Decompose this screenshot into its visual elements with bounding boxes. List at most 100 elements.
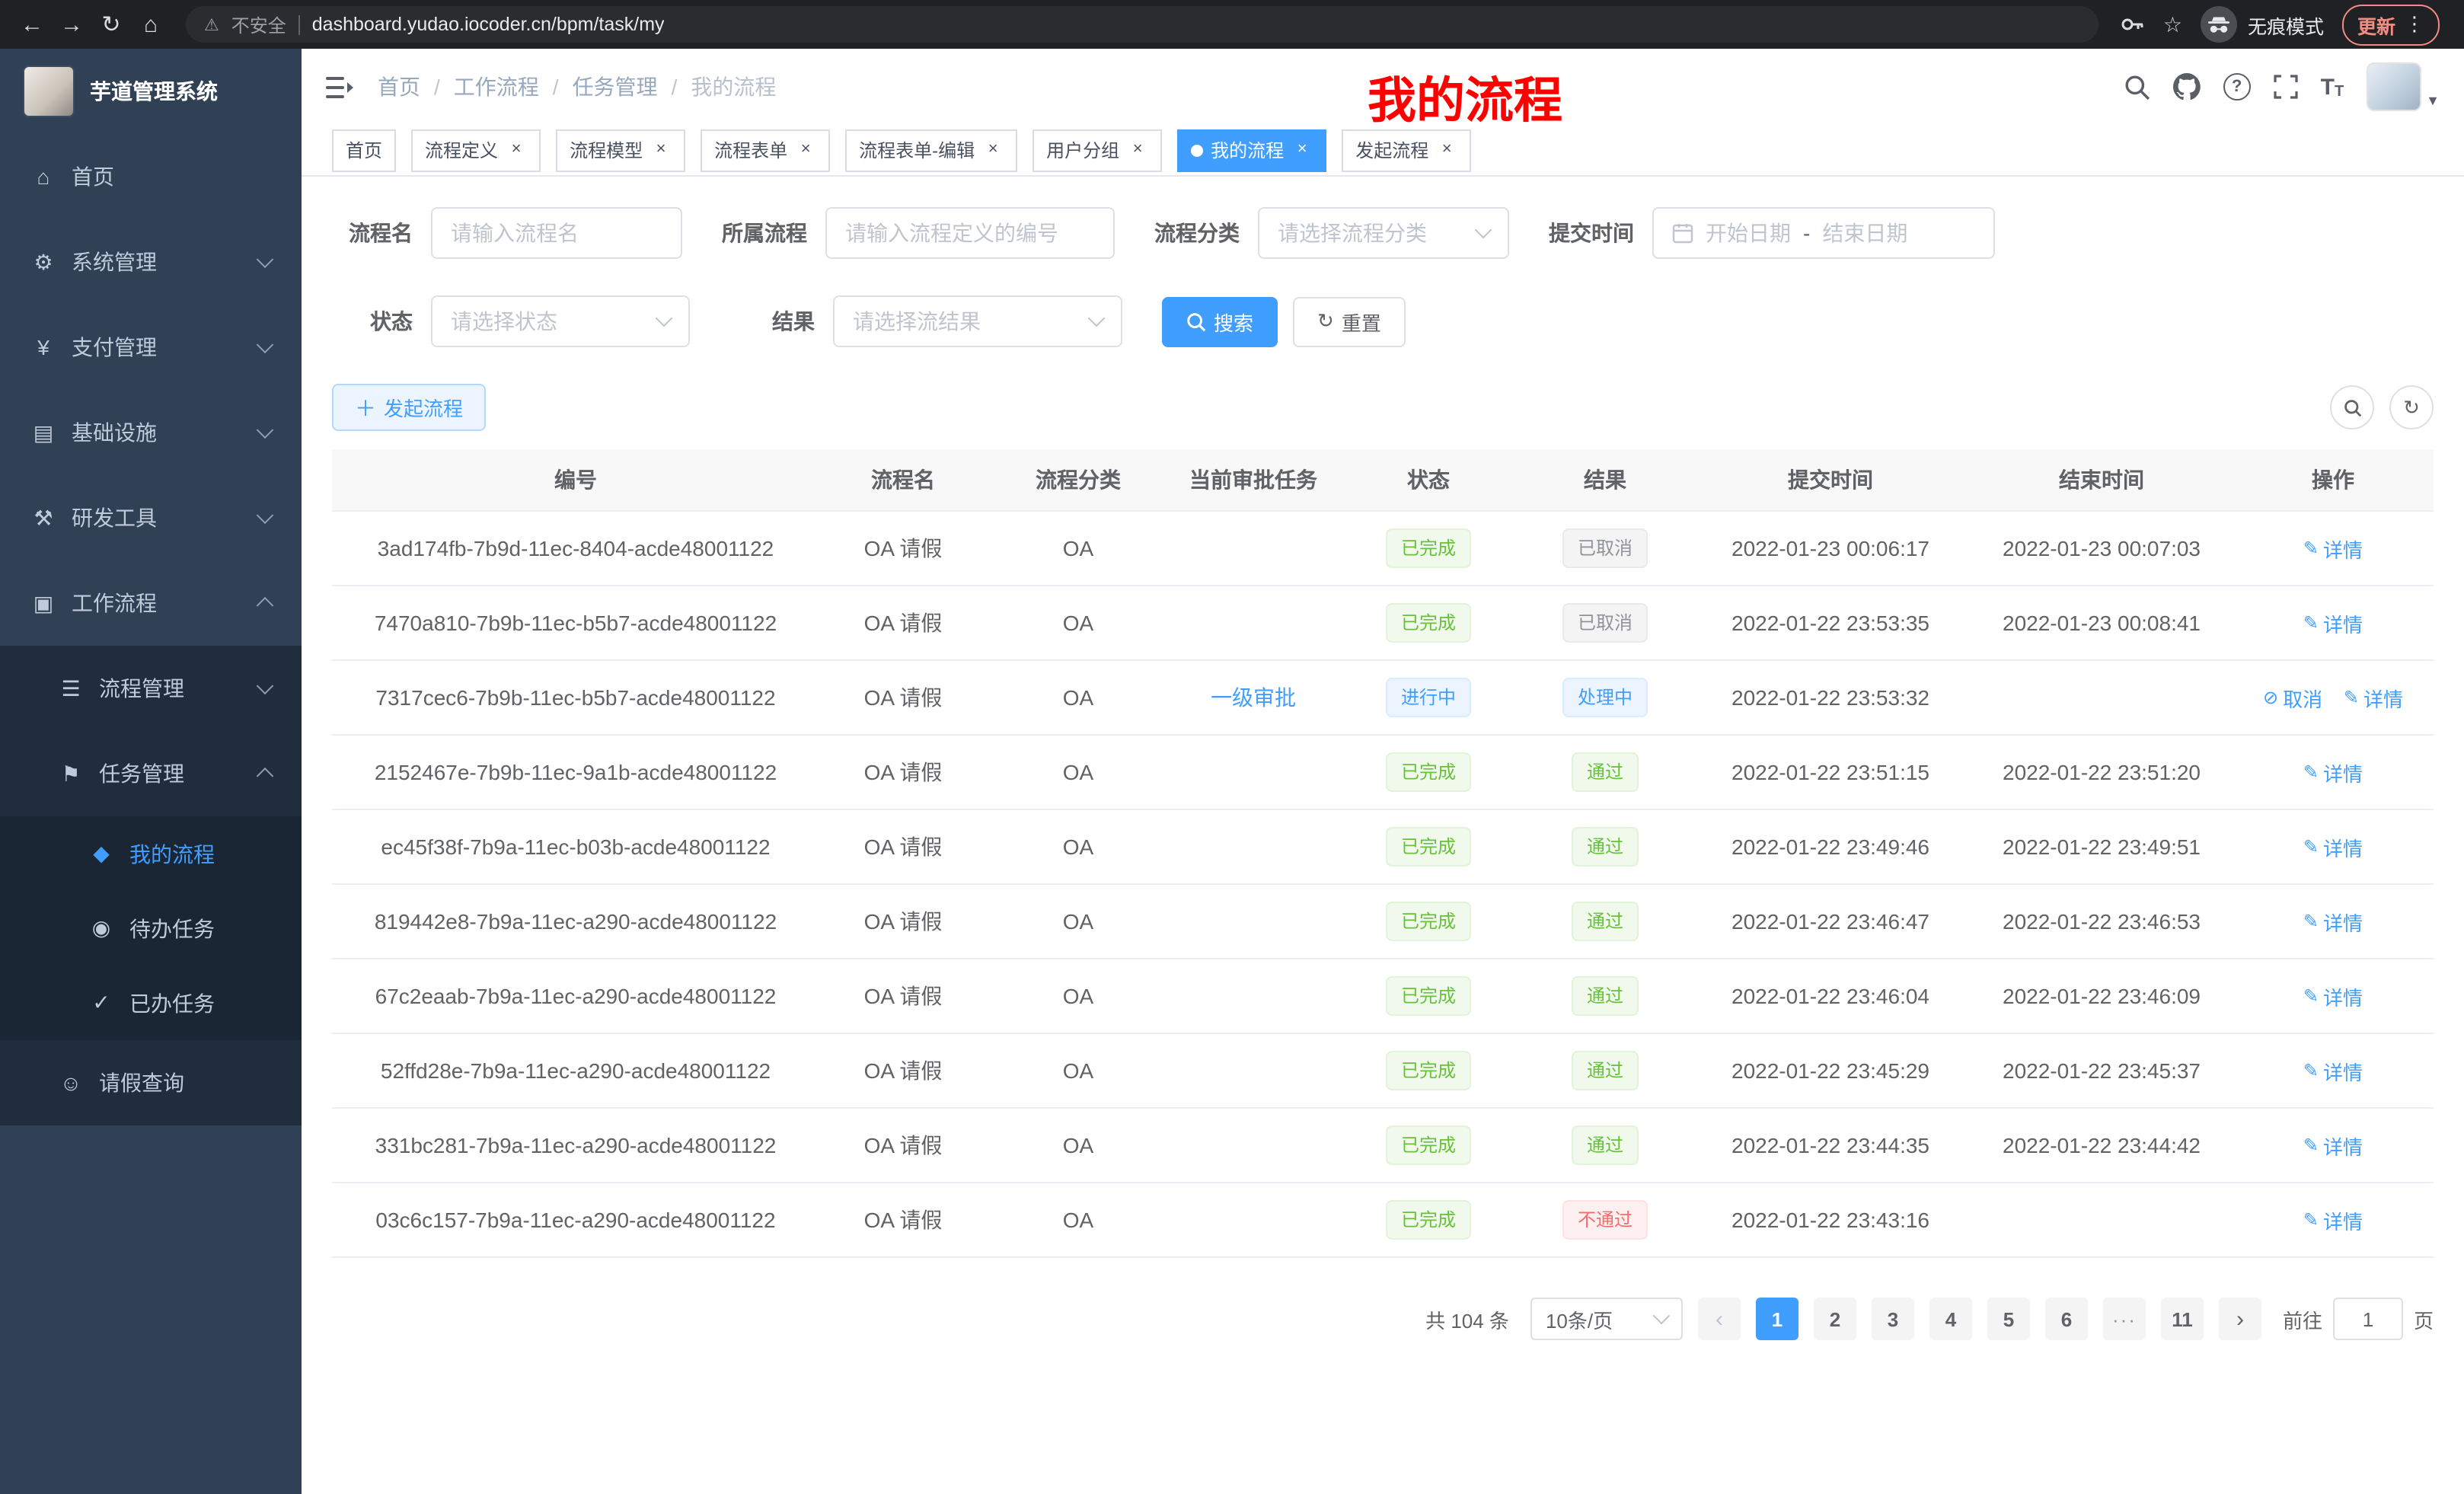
user-avatar[interactable]: ▼ (2367, 62, 2440, 111)
process-def-input[interactable] (825, 207, 1115, 259)
next-page-button[interactable]: › (2219, 1298, 2261, 1340)
sidebar-menu-item[interactable]: ◆ 我的流程 (0, 816, 302, 891)
breadcrumb-item[interactable]: / 任务管理 (539, 72, 658, 102)
detail-link[interactable]: ✎ 详情 (2303, 982, 2363, 1010)
reset-button[interactable]: ↻ 重置 (1293, 296, 1406, 346)
cancel-link[interactable]: ⊘ 取消 (2263, 683, 2322, 712)
chevron-icon (257, 251, 274, 268)
page-size-select[interactable]: 10条/页 (1530, 1298, 1683, 1340)
password-key-icon[interactable] (2121, 12, 2145, 37)
sidebar-menu-item[interactable]: ◉ 待办任务 (0, 891, 302, 966)
tab-item[interactable]: 流程定义 × (411, 129, 541, 171)
detail-link[interactable]: ✎ 详情 (2303, 1205, 2363, 1234)
url-text[interactable]: dashboard.yudao.iocoder.cn/bpm/task/my (312, 14, 665, 35)
close-icon[interactable]: × (982, 139, 1004, 161)
tab-item[interactable]: 流程表单-编辑 × (845, 129, 1017, 171)
sidebar-menu-item[interactable]: ✓ 已办任务 (0, 966, 302, 1040)
detail-link[interactable]: ✎ 详情 (2303, 534, 2363, 563)
close-icon[interactable]: × (1127, 139, 1148, 161)
toggle-search-button[interactable] (2330, 385, 2374, 429)
category-select[interactable]: 请选择流程分类 (1258, 207, 1509, 259)
forward-icon[interactable]: → (58, 11, 85, 37)
detail-link[interactable]: ✎ 详情 (2303, 832, 2363, 861)
close-icon[interactable]: × (1291, 139, 1313, 161)
process-name-input[interactable] (431, 207, 682, 259)
page-number-button[interactable]: 1 (1756, 1298, 1799, 1340)
cell-status: 进行中 (1337, 678, 1520, 717)
sidebar-menu-item[interactable]: ⚙ 系统管理 (0, 219, 302, 305)
reload-icon[interactable]: ↻ (97, 11, 125, 38)
detail-link[interactable]: ✎ 详情 (2303, 1056, 2363, 1085)
sidebar-menu-item[interactable]: ▤ 基础设施 (0, 390, 302, 475)
sidebar-menu-item[interactable]: ¥ 支付管理 (0, 305, 302, 390)
chevron-down-icon (1475, 222, 1492, 239)
hamburger-icon[interactable] (326, 75, 353, 98)
tab-item[interactable]: 流程模型 × (556, 129, 685, 171)
detail-link[interactable]: ✎ 详情 (2303, 608, 2363, 637)
tab-item[interactable]: 首页 (332, 129, 396, 171)
cell-end-time: 2022-01-23 00:07:03 (1971, 536, 2233, 560)
menu-label: 已办任务 (129, 988, 215, 1018)
detail-link[interactable]: ✎ 详情 (2344, 683, 2403, 712)
back-icon[interactable]: ← (18, 11, 46, 37)
detail-link[interactable]: ✎ 详情 (2303, 758, 2363, 787)
cell-category: OA (987, 1208, 1170, 1232)
page-number-button[interactable]: 3 (1872, 1298, 1914, 1340)
home-icon: ⌂ (30, 164, 56, 189)
address-bar[interactable]: ⚠ 不安全 dashboard.yudao.iocoder.cn/bpm/tas… (186, 6, 2099, 43)
github-icon[interactable] (2173, 73, 2201, 101)
browser-menu-icon[interactable]: ⋮ (2405, 12, 2424, 37)
window-layout: 芋道管理系统 ⌂ 首页 ⚙ 系统管理 ¥ 支付管理 (0, 49, 2464, 1494)
sidebar-menu-item[interactable]: ⌂ 首页 (0, 134, 302, 219)
tab-item[interactable]: 发起流程 × (1342, 129, 1471, 171)
sidebar-menu-item[interactable]: ⚒ 研发工具 (0, 475, 302, 560)
breadcrumb-item[interactable]: / 工作流程 (420, 72, 539, 102)
close-icon[interactable]: × (650, 139, 672, 161)
status-select[interactable]: 请选择状态 (431, 295, 690, 347)
tab-item[interactable]: 流程表单 × (701, 129, 830, 171)
status-badge: 已完成 (1386, 1051, 1471, 1090)
page-number-button[interactable]: 11 (2161, 1298, 2204, 1340)
browser-update-button[interactable]: 更新 ⋮ (2342, 4, 2440, 45)
font-size-icon[interactable]: TT (2321, 74, 2344, 100)
cell-category: OA (987, 536, 1170, 560)
sidebar-menu-item[interactable]: ☰ 流程管理 (0, 646, 302, 731)
page-number-button[interactable]: ··· (2103, 1298, 2146, 1340)
column-header: 当前审批任务 (1170, 464, 1337, 495)
sidebar-menu-item[interactable]: ⚑ 任务管理 (0, 731, 302, 816)
date-range-picker[interactable]: 开始日期 - 结束日期 (1652, 207, 1995, 259)
app-logo (23, 65, 75, 117)
end-date-placeholder[interactable]: 结束日期 (1822, 218, 1907, 248)
prev-page-button[interactable]: ‹ (1698, 1298, 1741, 1340)
result-select[interactable]: 请选择流结果 (833, 295, 1122, 347)
sidebar-menu-item[interactable]: ▣ 工作流程 (0, 560, 302, 646)
cell-actions: ✎ 详情 (2233, 758, 2434, 787)
goto-page-input[interactable] (2333, 1298, 2403, 1340)
page-number-button[interactable]: 2 (1814, 1298, 1856, 1340)
close-icon[interactable]: × (1436, 139, 1457, 161)
search-button[interactable]: 搜索 (1162, 296, 1278, 346)
app-logo-row[interactable]: 芋道管理系统 (0, 49, 302, 134)
sidebar-menu-item[interactable]: ☺ 请假查询 (0, 1040, 302, 1125)
tab-item[interactable]: 用户分组 × (1033, 129, 1162, 171)
page-number-button[interactable]: 5 (1987, 1298, 2030, 1340)
breadcrumb-item[interactable]: / 我的流程 (658, 72, 777, 102)
create-process-button[interactable]: ＋ 发起流程 (332, 384, 486, 431)
page-number-button[interactable]: 6 (2045, 1298, 2088, 1340)
detail-link[interactable]: ✎ 详情 (2303, 907, 2363, 936)
search-icon[interactable] (2124, 74, 2150, 100)
fullscreen-icon[interactable] (2274, 75, 2298, 99)
close-icon[interactable]: × (795, 139, 816, 161)
result-badge: 已取消 (1562, 528, 1648, 568)
breadcrumb-item[interactable]: / 首页 (378, 72, 420, 102)
bookmark-star-icon[interactable]: ☆ (2163, 11, 2182, 37)
page-number-button[interactable]: 4 (1929, 1298, 1972, 1340)
home-icon[interactable]: ⌂ (137, 11, 164, 37)
close-icon[interactable]: × (506, 139, 527, 161)
task-link[interactable]: 一级审批 (1211, 685, 1296, 710)
start-date-placeholder[interactable]: 开始日期 (1706, 218, 1791, 248)
refresh-table-button[interactable]: ↻ (2389, 385, 2434, 429)
detail-link[interactable]: ✎ 详情 (2303, 1131, 2363, 1160)
help-icon[interactable]: ? (2223, 73, 2251, 101)
tab-item[interactable]: 我的流程 × (1177, 129, 1326, 171)
